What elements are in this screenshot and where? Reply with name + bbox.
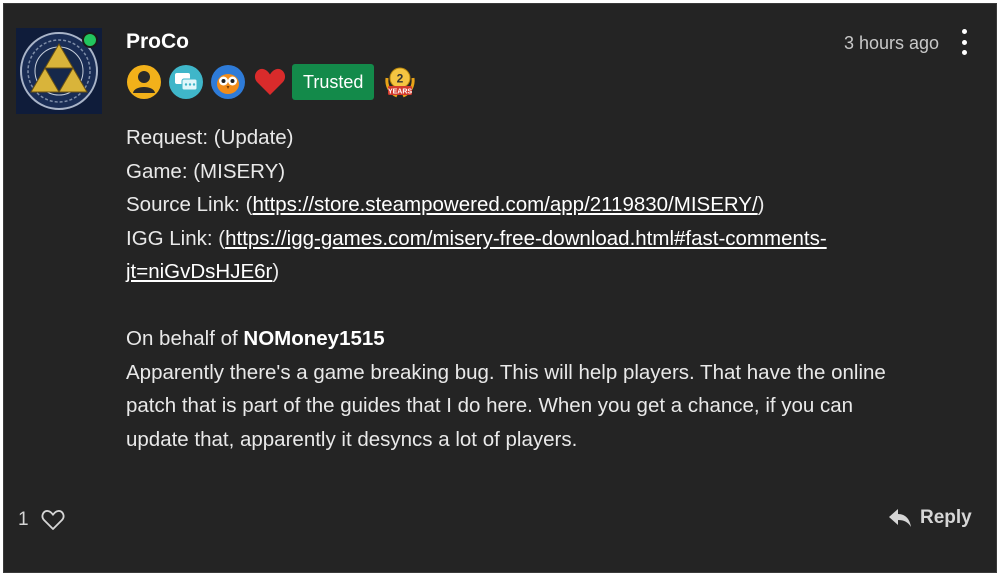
svg-text:YEARS: YEARS [388,89,412,96]
svg-text:2: 2 [397,72,404,86]
comment-card: ProCo 3 hours ago Trusted 2 YEARS Reques… [3,3,997,573]
reply-arrow-icon [889,509,911,527]
igg-link-line: IGG Link: (https://igg-games.com/misery-… [126,226,827,284]
source-link-line: Source Link: (https://store.steampowered… [126,193,765,216]
like-count: 1 [18,509,29,530]
trusted-badge: Trusted [292,64,375,100]
reply-button[interactable]: Reply [888,507,972,529]
online-status-dot [82,32,98,48]
source-link[interactable]: https://store.steampowered.com/app/21198… [252,193,757,216]
like-heart-icon[interactable] [41,509,65,531]
behalf-line: On behalf of NOMoney1515 [126,327,385,350]
message-line: Apparently there's a game breaking bug. … [126,360,886,384]
avatar[interactable] [16,28,102,114]
comment-timestamp: 3 hours ago [844,33,940,53]
request-line: Request: (Update) [126,126,294,149]
reply-label: Reply [920,507,972,528]
message-line: update that, apparently it desyncs a lot… [126,427,578,451]
message-line: patch that is part of the guides that I … [126,394,854,417]
like-area: 1 [18,509,65,531]
chat-badge-icon [169,65,203,99]
game-line: Game: (MISERY) [126,159,286,183]
owl-badge-icon [211,65,245,99]
comment-body: Request: (Update) Game: (MISERY) Source … [126,121,926,456]
badge-row: Trusted 2 YEARS [126,64,418,100]
behalf-user: NOMoney1515 [243,327,385,350]
igg-link[interactable]: https://igg-games.com/misery-free-downlo… [126,227,827,284]
comment-author[interactable]: ProCo [126,30,189,54]
heart-badge-icon [254,68,286,95]
user-badge-icon [127,65,161,99]
two-years-badge-icon: 2 YEARS [385,67,416,98]
more-options-icon[interactable] [956,29,972,55]
